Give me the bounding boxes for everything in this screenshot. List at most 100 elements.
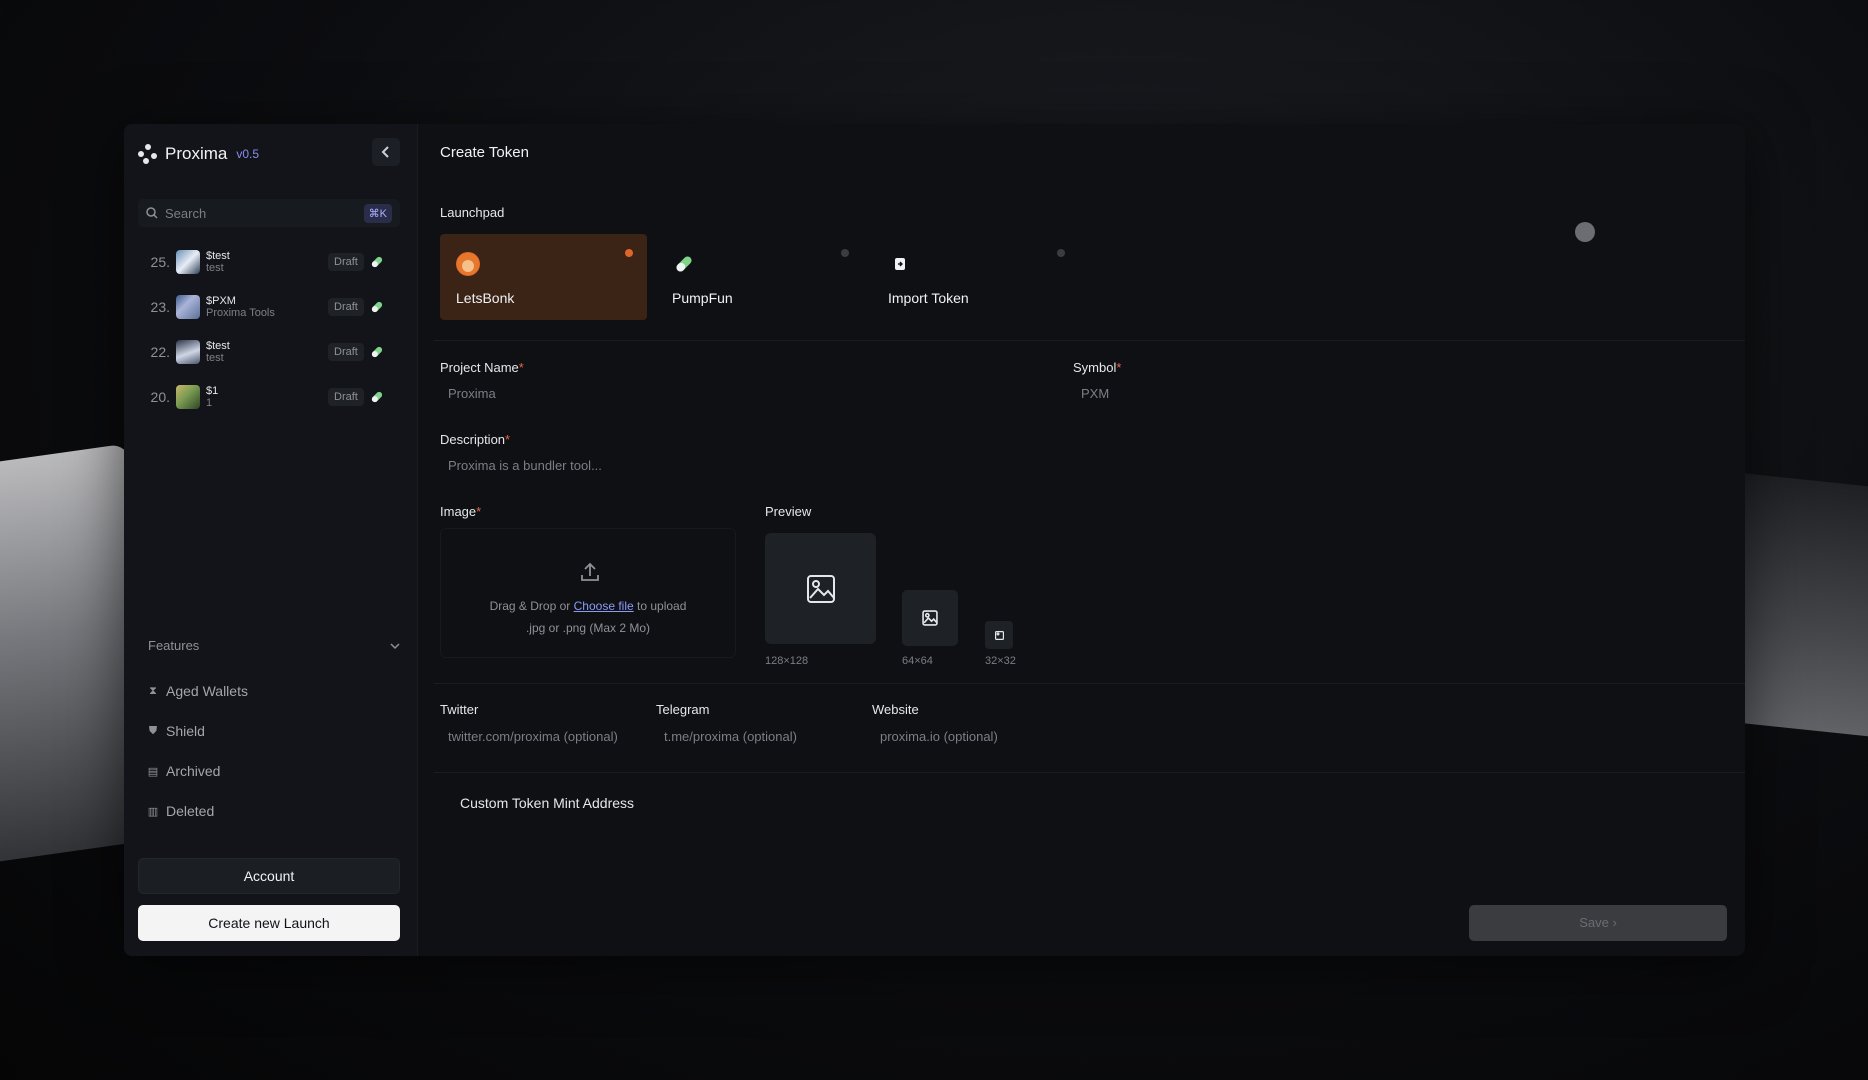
telegram-label: Telegram [656,702,710,717]
upload-instructions: Drag & Drop or Choose file to upload [489,599,687,613]
description-input[interactable]: Proxima is a bundler tool... [448,458,602,473]
launch-thumbnail [176,294,200,319]
search-input[interactable]: Search ⌘K [138,199,400,227]
launch-name: $PXM [206,294,236,307]
image-placeholder-icon [922,610,938,626]
search-shortcut-badge: ⌘K [363,203,392,223]
launch-item[interactable]: 22. $test test Draft [138,329,400,374]
pill-icon[interactable] [370,345,384,359]
feature-item-shield[interactable]: ⛊ Shield [148,711,248,751]
launch-name: $test [206,339,230,352]
status-badge: Draft [328,342,364,361]
feature-label: Aged Wallets [166,683,248,699]
cursor-indicator [1575,222,1595,242]
feature-item-deleted[interactable]: ▥ Deleted [148,791,248,831]
sidebar: Proxima v0.5 Search ⌘K 25. $test test Dr… [124,124,418,956]
launch-subtitle: test [206,261,224,274]
chevron-left-icon [381,146,389,158]
telegram-input[interactable]: t.me/proxima (optional) [664,729,797,744]
preview-32 [985,621,1013,649]
launch-list: 25. $test test Draft 23. $PXM Proxima To… [138,239,400,419]
main-panel: Create Token Launchpad LetsBonk PumpFun … [418,124,1745,956]
preview-size-label: 128×128 [765,655,809,667]
feature-item-aged-wallets[interactable]: ⧗ Aged Wallets [148,671,248,711]
features-title: Features [148,638,200,653]
search-placeholder: Search [165,205,207,221]
save-button[interactable]: Save › [1469,905,1727,941]
trash-icon: ▥ [147,805,159,818]
pill-icon[interactable] [370,390,384,404]
launch-thumbnail [176,249,200,274]
launchpad-name: PumpFun [672,290,733,306]
image-placeholder-icon [806,574,835,603]
collapse-sidebar-button[interactable] [372,138,400,166]
divider [434,340,1745,341]
save-label: Save [1579,915,1609,930]
choose-file-link[interactable]: Choose file [574,599,634,613]
launch-number: 23. [150,298,170,315]
preview-label: Preview [765,504,812,519]
status-badge: Draft [328,387,364,406]
feature-label: Archived [166,763,221,779]
project-name-label: Project Name* [440,360,524,375]
chevron-down-icon [390,642,400,649]
feature-label: Shield [166,723,205,739]
preview-64 [902,590,958,646]
launchpad-option-import-token[interactable]: Import Token [872,234,1079,320]
launch-number: 20. [150,388,170,405]
create-new-launch-button[interactable]: Create new Launch [138,905,400,941]
launch-subtitle: 1 [206,396,213,409]
upload-formats: .jpg or .png (Max 2 Mo) [525,621,651,635]
features-header[interactable]: Features [148,638,400,653]
pill-icon[interactable] [370,255,384,269]
proxima-logo-icon [138,144,158,164]
launch-item[interactable]: 25. $test test Draft [138,239,400,284]
website-input[interactable]: proxima.io (optional) [880,729,998,744]
image-dropzone[interactable]: Drag & Drop or Choose file to upload .jp… [440,528,736,658]
symbol-label: Symbol* [1073,360,1122,375]
custom-mint-toggle[interactable]: Custom Token Mint Address [460,795,634,811]
app-window: Proxima v0.5 Search ⌘K 25. $test test Dr… [124,124,1745,956]
twitter-input[interactable]: twitter.com/proxima (optional) [448,729,618,744]
divider [434,772,1745,773]
page-title: Create Token [440,144,529,161]
project-name-input[interactable]: Proxima [448,386,496,401]
chevron-right-icon: › [1612,915,1617,930]
archive-icon: ▤ [147,765,159,778]
hourglass-icon: ⧗ [149,684,157,697]
image-placeholder-icon [994,630,1004,640]
launchpad-option-letsbonk[interactable]: LetsBonk [440,234,647,320]
launchpad-name: Import Token [888,290,969,306]
launch-number: 25. [150,253,170,270]
radio-indicator [625,249,633,257]
twitter-label: Twitter [440,702,479,717]
launch-thumbnail [176,384,200,409]
brand-name: Proxima [165,144,228,163]
launch-name: $1 [206,384,219,397]
brand-version: v0.5 [236,147,260,161]
launch-subtitle: Proxima Tools [206,306,275,319]
feature-item-archived[interactable]: ▤ Archived [148,751,248,791]
status-badge: Draft [328,252,364,271]
launchpad-option-pumpfun[interactable]: PumpFun [656,234,863,320]
features-list: ⧗ Aged Wallets ⛊ Shield ▤ Archived ▥ Del… [148,671,248,831]
shield-icon: ⛊ [148,724,158,737]
symbol-input[interactable]: PXM [1081,386,1109,401]
preview-size-label: 64×64 [902,655,933,667]
letsbonk-icon [456,252,480,276]
account-button[interactable]: Account [138,858,400,894]
pill-icon[interactable] [370,300,384,314]
description-label: Description* [440,432,511,447]
background-swoosh-left [0,443,130,867]
import-icon [888,252,912,276]
launchpad-name: LetsBonk [456,290,515,306]
website-label: Website [872,702,919,717]
feature-label: Deleted [166,803,215,819]
brand: Proxima v0.5 [138,144,259,164]
launch-item[interactable]: 23. $PXM Proxima Tools Draft [138,284,400,329]
launch-item[interactable]: 20. $1 1 Draft [138,374,400,419]
pill-icon [672,252,696,276]
image-label: Image* [440,504,482,519]
launchpad-label: Launchpad [440,205,505,220]
preview-128 [765,533,876,644]
